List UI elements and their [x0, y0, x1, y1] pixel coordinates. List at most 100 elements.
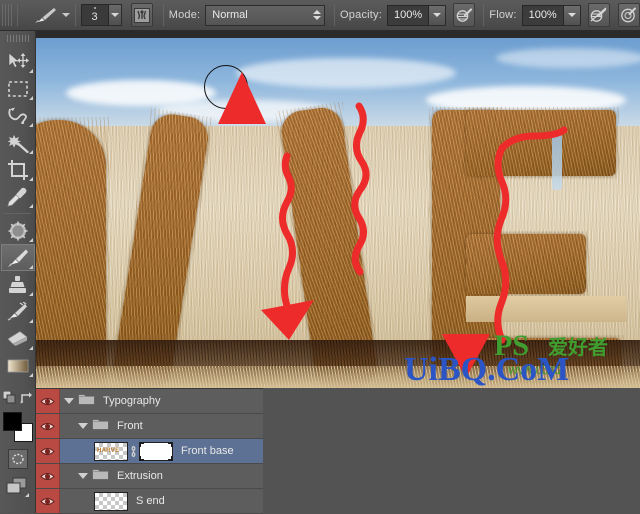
flyout-triangle-icon	[29, 346, 33, 350]
group-disclosure-triangle-icon[interactable]	[64, 398, 74, 404]
toggle-brush-panel-button[interactable]	[131, 3, 153, 27]
eye-icon	[40, 396, 55, 407]
layer-mask-thumbnail[interactable]	[139, 442, 173, 461]
crop-icon	[8, 160, 28, 180]
airbrush-pressure-opacity-icon	[456, 7, 473, 23]
document-canvas-area[interactable]: PS 爱好者 www.3az UiBQ.CoM	[36, 31, 640, 388]
tool-lasso[interactable]	[1, 102, 35, 129]
foreground-color-swatch[interactable]	[3, 412, 22, 431]
options-bar-drag-handle[interactable]	[2, 4, 12, 26]
default-colors-icon[interactable]	[3, 391, 16, 404]
airbrush-toggle-button[interactable]	[588, 3, 610, 27]
brush-preset-chevron-down-icon[interactable]	[62, 13, 70, 17]
gradient-icon	[7, 359, 29, 373]
group-disclosure-triangle-icon[interactable]	[78, 423, 88, 429]
screen-mode-icon	[6, 477, 30, 499]
flow-label: Flow:	[489, 9, 516, 21]
flyout-triangle-icon	[29, 292, 33, 296]
flyout-triangle-icon	[29, 373, 33, 377]
tool-rectangular-marquee[interactable]	[1, 75, 35, 102]
layer-visibility-toggle[interactable]	[36, 414, 60, 438]
tools-panel	[0, 31, 36, 388]
layer-thumbnail[interactable]: HARVE	[94, 442, 128, 461]
layer-row-front-base[interactable]: HARVE Front base	[36, 439, 263, 464]
brush-size-stepper[interactable]	[109, 4, 122, 26]
flow-value: 100%	[529, 9, 557, 21]
layer-row-front[interactable]: Front	[36, 414, 263, 439]
brush-size-input[interactable]: 3	[81, 4, 109, 26]
tool-magic-wand[interactable]	[1, 129, 35, 156]
layer-thumbnail[interactable]	[94, 492, 128, 511]
folder-icon	[92, 467, 109, 485]
folder-icon	[78, 392, 95, 410]
flow-input[interactable]: 100%	[522, 5, 564, 26]
flyout-triangle-icon	[29, 69, 33, 73]
group-disclosure-triangle-icon[interactable]	[78, 473, 88, 479]
tool-brush[interactable]	[1, 244, 35, 271]
opacity-label: Opacity:	[340, 9, 382, 21]
link-icon[interactable]	[128, 445, 139, 458]
airbrush-icon	[590, 7, 607, 23]
history-brush-icon	[7, 302, 29, 321]
quick-mask-button[interactable]	[8, 449, 28, 469]
layer-row-typography[interactable]: Typography	[36, 389, 263, 414]
layer-name-label: Extrusion	[117, 470, 163, 482]
layer-visibility-toggle[interactable]	[36, 489, 60, 513]
flow-dropdown-button[interactable]	[564, 5, 581, 26]
toolbar-drag-handle[interactable]	[7, 35, 29, 42]
sky-gap-highlight	[552, 134, 562, 190]
opacity-input[interactable]: 100%	[387, 5, 429, 26]
brush-preset-picker[interactable]	[31, 4, 58, 26]
layers-panel[interactable]: Typography Front HARVE	[36, 388, 263, 513]
tool-crop[interactable]	[1, 156, 35, 183]
tool-move[interactable]	[1, 48, 35, 75]
blend-mode-select[interactable]: Normal	[205, 5, 325, 26]
quick-mask-icon	[11, 453, 25, 465]
tablet-pressure-size-button[interactable]	[618, 3, 640, 27]
layer-visibility-toggle[interactable]	[36, 439, 60, 463]
flyout-triangle-icon	[29, 265, 33, 269]
letter-e-top-arm	[466, 110, 616, 176]
tool-clone-stamp[interactable]	[1, 271, 35, 298]
move-icon	[7, 52, 29, 71]
layer-name-label: Front base	[181, 445, 234, 457]
tool-gradient[interactable]	[1, 352, 35, 379]
flyout-triangle-icon	[29, 238, 33, 242]
toolbar-divider	[4, 213, 31, 214]
lasso-icon	[7, 106, 28, 125]
swap-colors-icon[interactable]	[20, 391, 33, 404]
layer-row-extrusion[interactable]: Extrusion	[36, 464, 263, 489]
layer-visibility-toggle[interactable]	[36, 464, 60, 488]
flyout-triangle-icon	[29, 319, 33, 323]
brush-panel-icon	[134, 8, 150, 23]
layer-visibility-toggle[interactable]	[36, 389, 60, 413]
divider	[75, 4, 76, 26]
tools-panel-bottom	[0, 388, 36, 513]
image-canvas[interactable]: PS 爱好者 www.3az UiBQ.CoM	[36, 38, 640, 388]
divider	[17, 4, 18, 26]
opacity-dropdown-button[interactable]	[429, 5, 446, 26]
eye-icon	[40, 471, 55, 482]
blend-mode-value: Normal	[212, 9, 247, 21]
tool-history-brush[interactable]	[1, 298, 35, 325]
layer-name-label: Typography	[103, 395, 160, 407]
divider	[483, 4, 484, 26]
ground-straw	[36, 366, 640, 388]
eye-icon	[40, 496, 55, 507]
brush-size-value: 3	[92, 11, 98, 23]
tool-eraser[interactable]	[1, 325, 35, 352]
layer-name-label: S end	[136, 495, 165, 507]
flyout-triangle-icon	[29, 96, 33, 100]
tool-eyedropper[interactable]	[1, 183, 35, 210]
layer-thumbnail-text: HARVE	[97, 448, 119, 454]
flyout-triangle-icon	[29, 204, 33, 208]
color-swatches[interactable]	[3, 412, 33, 442]
tool-spot-healing-brush[interactable]	[1, 217, 35, 244]
layer-row-s-end[interactable]: S end	[36, 489, 263, 514]
tablet-pressure-size-icon	[620, 7, 637, 23]
screen-mode-button[interactable]	[6, 477, 30, 499]
opacity-pressure-toggle[interactable]	[453, 3, 475, 27]
eye-icon	[40, 421, 55, 432]
brush-icon	[32, 6, 58, 24]
divider	[163, 4, 164, 26]
